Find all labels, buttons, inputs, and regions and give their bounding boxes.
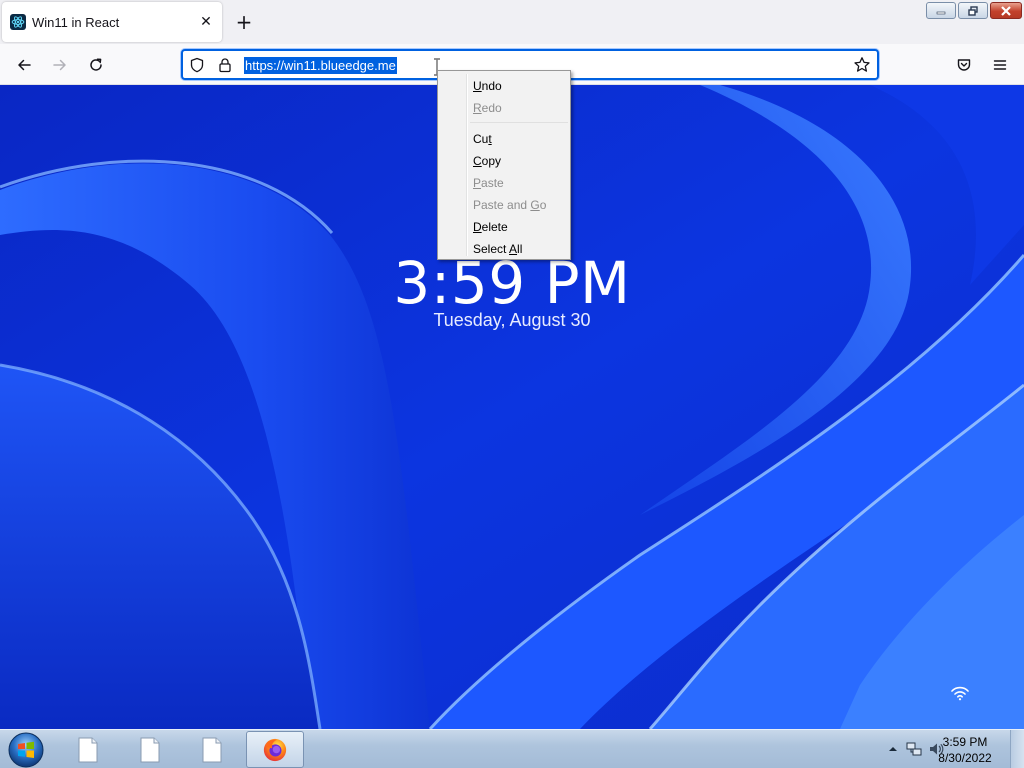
document-icon <box>202 737 222 762</box>
reload-icon <box>90 58 102 71</box>
menu-item-accelerator: D <box>473 220 482 234</box>
lockscreen-date: Tuesday, August 30 <box>433 310 591 330</box>
menu-item-accelerator: C <box>473 154 482 168</box>
menu-item-label: opy <box>481 154 502 168</box>
tab-strip: Win11 in React ✕ + <box>0 0 1024 44</box>
url-text-selected[interactable]: https://win11.blueedge.me <box>244 57 397 74</box>
menu-item-label: aste <box>481 176 504 190</box>
browser-tab[interactable]: Win11 in React ✕ <box>2 2 222 42</box>
close-window-button[interactable] <box>990 2 1022 19</box>
menu-item-accelerator: R <box>473 101 482 115</box>
lock-icon[interactable] <box>217 57 233 73</box>
pocket-button[interactable] <box>949 50 979 80</box>
menu-item-label: elete <box>481 220 508 234</box>
menu-item-accelerator: U <box>473 79 482 93</box>
firefox-icon <box>263 738 287 761</box>
menu-item-paste[interactable]: Paste <box>440 172 568 194</box>
taskbar-app-firefox[interactable] <box>246 731 304 768</box>
menu-item-accelerator: P <box>473 176 482 190</box>
tab-title: Win11 in React <box>32 14 120 30</box>
menu-item-label: Select <box>473 242 510 256</box>
taskbar-app-document-2[interactable] <box>123 731 177 768</box>
close-icon <box>1001 5 1011 16</box>
menu-item-label: Cu <box>473 132 489 146</box>
shield-icon[interactable] <box>189 57 205 73</box>
back-arrow-icon <box>18 59 31 71</box>
taskbar: 3:59 PM 8/30/2022 <box>0 729 1024 768</box>
new-tab-button[interactable]: + <box>232 10 256 34</box>
windows-start-orb-icon <box>8 732 44 767</box>
star-icon[interactable] <box>853 56 871 74</box>
menu-item-copy[interactable]: Copy <box>440 150 568 172</box>
app-menu-button[interactable] <box>985 50 1015 80</box>
window-controls <box>926 2 1022 19</box>
start-button[interactable] <box>4 731 48 768</box>
reload-button[interactable] <box>81 50 111 80</box>
menu-item-accelerator: A <box>509 242 518 256</box>
back-button[interactable] <box>9 50 39 80</box>
tray-time: 3:59 PM <box>942 735 988 749</box>
forward-button[interactable] <box>45 50 75 80</box>
menu-item-undo[interactable]: Undo <box>440 75 568 97</box>
minimize-icon <box>936 11 946 14</box>
close-tab-button[interactable]: ✕ <box>198 14 214 30</box>
taskbar-app-document-1[interactable] <box>61 731 115 768</box>
restore-button[interactable] <box>958 2 988 19</box>
restore-icon <box>968 5 978 16</box>
menu-item-label: edo <box>481 101 502 115</box>
menu-item-select-all[interactable]: Select All <box>440 238 568 260</box>
show-hidden-icons-arrow[interactable] <box>888 741 898 757</box>
system-tray: 3:59 PM 8/30/2022 <box>844 730 1024 768</box>
menu-item-accelerator: G <box>530 198 540 212</box>
menu-item-cut[interactable]: Cut <box>440 128 568 150</box>
minimize-button[interactable] <box>926 2 956 19</box>
menu-item-label: o <box>539 198 547 212</box>
network-icon[interactable] <box>906 741 922 757</box>
url-context-menu: Undo Redo Cut Copy Paste Paste and Go Delete Se… <box>437 70 571 260</box>
menu-item-paste-and-go[interactable]: Paste and Go <box>440 194 568 216</box>
menu-item-label: Paste and <box>473 198 531 212</box>
tray-date: 8/30/2022 <box>938 751 992 765</box>
hamburger-menu-icon <box>993 60 1007 70</box>
pocket-icon <box>957 59 971 71</box>
menu-item-label: ndo <box>481 79 502 93</box>
show-desktop-button[interactable] <box>1010 730 1024 768</box>
tray-clock[interactable]: 3:59 PM 8/30/2022 <box>930 734 1000 766</box>
menu-item-redo[interactable]: Redo <box>440 97 568 119</box>
react-atom-icon <box>10 14 26 30</box>
wifi-icon[interactable] <box>950 685 970 701</box>
menu-item-delete[interactable]: Delete <box>440 216 568 238</box>
document-icon <box>140 737 160 762</box>
document-icon <box>78 737 98 762</box>
forward-arrow-icon <box>53 59 66 71</box>
menu-item-label: ll <box>517 242 523 256</box>
menu-item-accelerator: t <box>488 132 492 146</box>
taskbar-app-document-3[interactable] <box>185 731 239 768</box>
